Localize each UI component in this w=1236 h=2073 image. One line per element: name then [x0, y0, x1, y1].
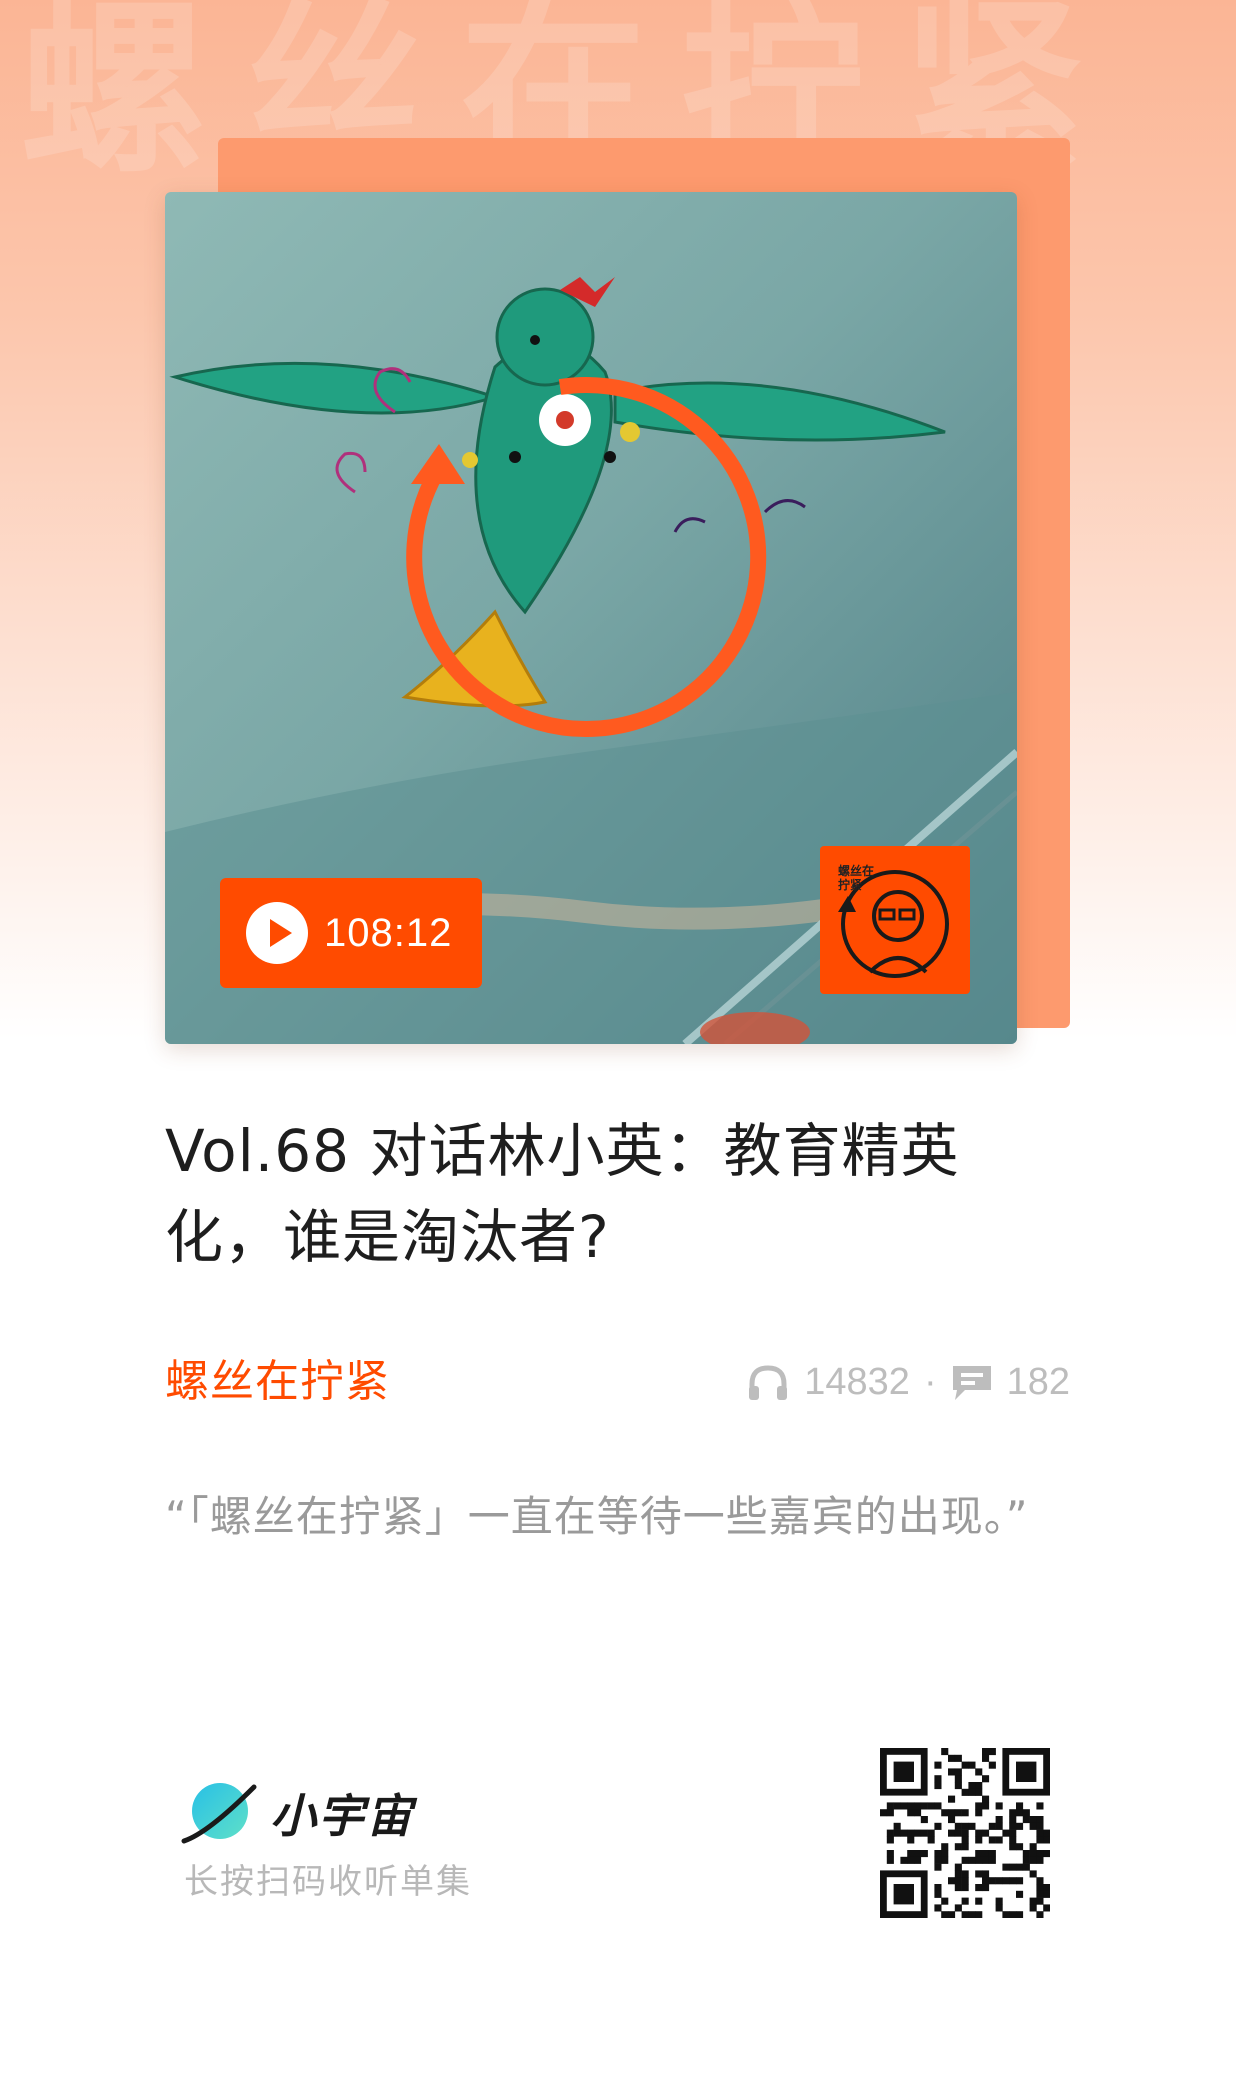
headphones-icon [749, 1365, 788, 1400]
qr-code[interactable] [880, 1748, 1051, 1919]
cover-art[interactable]: 108:12 螺丝在拧紧 [165, 192, 1017, 1044]
app-brand-name: 小宇宙 [270, 1789, 414, 1843]
play-icon [246, 902, 308, 964]
play-button[interactable]: 108:12 [220, 878, 482, 988]
comment-icon [952, 1366, 991, 1400]
podcast-logo: 螺丝在拧紧 [820, 846, 970, 994]
episode-stats: 14832 · 182 [746, 1352, 1070, 1412]
app-brand: 小宇宙 [178, 1758, 414, 1868]
episode-duration: 108:12 [324, 910, 453, 955]
episode-quote: “「螺丝在拧紧」一直在等待一些嘉宾的出现。” [165, 1492, 1029, 1541]
comment-count: 182 [1006, 1360, 1070, 1403]
episode-title: Vol.68 对话林小英：教育精英化，谁是淘汰者? [165, 1117, 960, 1271]
stats-separator: · [923, 1360, 937, 1403]
podcast-author-link[interactable]: 螺丝在拧紧 [165, 1352, 390, 1412]
qr-code-image [880, 1748, 1051, 1919]
planet-logo-icon [181, 1783, 257, 1844]
play-count: 14832 [804, 1360, 910, 1403]
scan-hint: 长按扫码收听单集 [184, 1862, 472, 1902]
podcast-logo-text: 螺丝在拧紧 [838, 864, 875, 892]
